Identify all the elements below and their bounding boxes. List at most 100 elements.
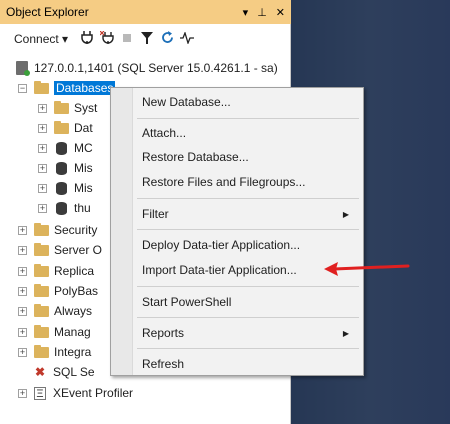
tree-item[interactable]: + Dat [38, 118, 93, 138]
server-node[interactable]: 127.0.0.1,1401 (SQL Server 15.0.4261.1 -… [16, 58, 278, 78]
folder-icon [34, 242, 49, 256]
tree-item-label: XEvent Profiler [53, 386, 134, 400]
expand-icon[interactable]: + [18, 225, 27, 235]
activity-icon[interactable] [180, 30, 195, 47]
tree-item[interactable]: + Manag [18, 322, 91, 342]
expand-icon[interactable]: + [18, 286, 27, 296]
database-icon [56, 201, 67, 215]
submenu-arrow-icon: ▶ [342, 209, 349, 219]
menu-item-label: Attach... [142, 126, 187, 140]
tree-item[interactable]: + Syst [38, 98, 97, 118]
expand-icon[interactable]: + [38, 163, 47, 173]
expand-icon[interactable]: + [38, 143, 47, 153]
menu-separator [137, 286, 359, 287]
folder-icon [34, 344, 49, 358]
database-icon [56, 141, 67, 155]
tree-item[interactable]: + Integra [18, 342, 91, 362]
menu-item-label: Filter [142, 207, 169, 221]
menu-separator [137, 198, 359, 199]
connect-icon[interactable] [80, 31, 94, 47]
tree-item[interactable]: + PolyBas [18, 281, 98, 301]
menu-item-label: Deploy Data-tier Application... [142, 238, 301, 252]
close-icon[interactable]: ✕ [276, 6, 285, 19]
menu-item-label: Refresh [142, 357, 185, 371]
tree-item[interactable]: + Replica [18, 261, 94, 281]
menu-item-filter[interactable]: Filter ▶ [142, 203, 359, 225]
collapse-icon[interactable]: − [18, 83, 27, 93]
tree-item[interactable]: ✖ SQL Se [34, 362, 95, 382]
tree-item[interactable]: + Always [18, 301, 92, 321]
expand-icon[interactable]: + [38, 183, 47, 193]
disconnect-icon[interactable] [99, 30, 114, 47]
expand-icon[interactable]: + [38, 203, 47, 213]
menu-item-reports[interactable]: Reports ▶ [142, 322, 359, 344]
menu-item-label: Restore Files and Filegroups... [142, 175, 306, 189]
filter-icon[interactable] [140, 31, 154, 47]
tree-item-label: MC [74, 141, 93, 155]
expand-icon[interactable]: + [18, 347, 27, 357]
menu-item-refresh[interactable]: Refresh [142, 353, 184, 375]
tree-item-label: Security [54, 223, 98, 237]
panel-controls: ▾ ⊥ ✕ [243, 0, 285, 24]
tree-item-label: Dat [74, 121, 93, 135]
menu-item-label: New Database... [142, 95, 231, 109]
expand-icon[interactable]: + [18, 266, 27, 276]
expand-icon[interactable]: + [18, 306, 27, 316]
tree-item-label: Replica [54, 264, 95, 278]
menu-gutter [111, 88, 133, 375]
tree-item-label: Syst [74, 101, 98, 115]
databases-node[interactable]: − Databases [18, 78, 116, 98]
connect-button[interactable]: Connect ▾ [14, 32, 68, 46]
menu-item-restore-database[interactable]: Restore Database... [142, 146, 249, 168]
expand-icon[interactable]: + [38, 123, 47, 133]
expand-icon[interactable]: + [18, 327, 27, 337]
menu-item-label: Import Data-tier Application... [142, 263, 297, 277]
tree-item-label: Server O [54, 243, 103, 257]
stop-icon [120, 32, 134, 46]
folder-icon [54, 100, 69, 114]
server-label: 127.0.0.1,1401 (SQL Server 15.0.4261.1 -… [34, 61, 278, 75]
tree-item[interactable]: + Ξ XEvent Profiler [18, 383, 133, 403]
folder-icon [34, 324, 49, 338]
menu-item-label: Start PowerShell [142, 295, 232, 309]
tree-item-label: PolyBas [54, 284, 99, 298]
xevent-profiler-icon: Ξ [34, 386, 46, 400]
pin-icon[interactable]: ⊥ [257, 6, 267, 19]
submenu-arrow-icon: ▶ [342, 328, 349, 338]
tree-item[interactable]: + Security [18, 220, 97, 240]
menu-item-label: Reports [142, 326, 185, 340]
tree-item[interactable]: + Server O [18, 240, 102, 260]
tree-item[interactable]: + Mis [38, 178, 93, 198]
menu-item-attach[interactable]: Attach... [142, 122, 186, 144]
annotation-arrow-icon [324, 262, 410, 276]
tree-item-label: Mis [74, 181, 93, 195]
databases-label: Databases [54, 81, 116, 95]
panel-title-bar: Object Explorer ▾ ⊥ ✕ [0, 0, 291, 24]
dropdown-icon[interactable]: ▾ [243, 6, 249, 19]
refresh-icon[interactable] [160, 31, 174, 47]
sql-agent-icon: ✖ [34, 364, 46, 379]
menu-separator [137, 229, 359, 230]
menu-item-label: Restore Database... [142, 150, 249, 164]
menu-item-deploy-data-tier[interactable]: Deploy Data-tier Application... [142, 234, 300, 256]
folder-icon [34, 80, 49, 94]
menu-item-start-powershell[interactable]: Start PowerShell [142, 291, 231, 313]
menu-separator [137, 118, 359, 119]
folder-icon [34, 222, 49, 236]
folder-icon [34, 263, 49, 277]
menu-item-import-data-tier[interactable]: Import Data-tier Application... [142, 259, 297, 281]
folder-icon [54, 120, 69, 134]
tree-item-label: Integra [54, 345, 92, 359]
expand-icon[interactable]: + [38, 103, 47, 113]
folder-icon [34, 283, 49, 297]
tree-item[interactable]: + thu [38, 198, 91, 218]
tree-item-label: thu [74, 201, 91, 215]
tree-item-label: Mis [74, 161, 93, 175]
expand-icon[interactable]: + [18, 388, 27, 398]
tree-item[interactable]: + MC [38, 138, 93, 158]
folder-icon [34, 303, 49, 317]
expand-icon[interactable]: + [18, 245, 27, 255]
menu-item-restore-files[interactable]: Restore Files and Filegroups... [142, 171, 305, 193]
menu-item-new-database[interactable]: New Database... [142, 91, 231, 113]
tree-item[interactable]: + Mis [38, 158, 93, 178]
